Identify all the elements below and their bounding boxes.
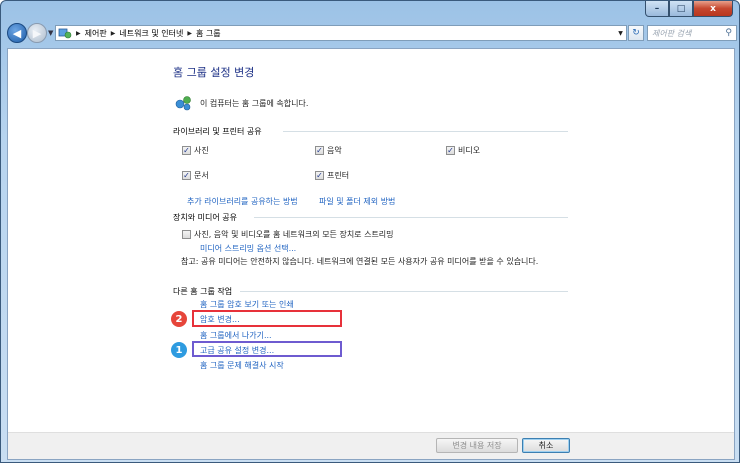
checkbox-pictures[interactable]: ✓ 사진 [182,145,209,156]
search-icon: ⚲ [725,28,732,38]
divider [283,131,568,132]
window: – □ x ◀ ▶ ▼ ▶ 제어판 ▶ 네트워크 및 인터넷 ▶ 홈 그룹 ▼ … [0,0,740,463]
membership-line: 이 컴퓨터는 홈 그룹에 속합니다. [175,95,308,111]
link-how-to-share-libraries[interactable]: 추가 라이브러리를 공유하는 방법 [187,196,298,207]
membership-text: 이 컴퓨터는 홈 그룹에 속합니다. [200,98,309,108]
address-dropdown-button[interactable]: ▼ [615,25,627,41]
arrow-left-icon: ◀ [12,26,22,40]
highlight-advanced-sharing [192,341,342,357]
cancel-button[interactable]: 취소 [522,438,570,453]
checkbox-label: 문서 [194,171,209,180]
content-pane: 홈 그룹 설정 변경 이 컴퓨터는 홈 그룹에 속합니다. 라이브러리 및 프린… [7,48,735,460]
back-button[interactable]: ◀ [7,23,27,43]
checkbox-documents[interactable]: ✓ 문서 [182,170,209,181]
refresh-button[interactable]: ↻ [628,25,644,41]
checkbox-box[interactable]: ✓ [182,171,191,180]
search-input[interactable]: 제어판 검색 ⚲ [647,25,737,41]
link-troubleshoot[interactable]: 홈 그룹 문제 해결사 시작 [200,360,284,371]
save-changes-button[interactable]: 변경 내용 저장 [436,438,518,453]
search-placeholder: 제어판 검색 [652,28,692,38]
recent-pages-dropdown[interactable]: ▼ [48,29,53,37]
close-button[interactable]: x [693,1,733,17]
checkbox-box[interactable] [182,230,191,239]
breadcrumb-separator: ▶ [76,29,81,37]
page-title: 홈 그룹 설정 변경 [173,66,255,79]
step-badge-1: 1 [171,342,187,358]
checkbox-label: 음악 [327,146,342,155]
checkbox-box[interactable]: ✓ [315,146,324,155]
other-tasks-heading: 다른 홈 그룹 작업 [173,287,233,296]
checkbox-media-streaming[interactable]: 사진, 음악 및 비디오를 홈 네트워크의 모든 장치로 스트리밍 [182,229,394,240]
chevron-down-icon: ▼ [618,29,623,37]
breadcrumb-separator: ▶ [187,29,192,37]
checkbox-label: 비디오 [458,146,481,155]
homegroup-icon [175,95,193,111]
footer: 변경 내용 저장 취소 [8,432,734,459]
breadcrumb-network-internet[interactable]: 네트워크 및 인터넷 [119,28,183,39]
arrow-right-icon: ▶ [32,26,42,40]
maximize-button[interactable]: □ [669,1,693,17]
checkbox-label: 사진, 음악 및 비디오를 홈 네트워크의 모든 장치로 스트리밍 [194,230,394,239]
address-bar[interactable]: ▶ 제어판 ▶ 네트워크 및 인터넷 ▶ 홈 그룹 [55,25,627,41]
media-heading: 장치와 미디어 공유 [173,213,237,222]
caption-buttons: – □ x [645,1,733,17]
breadcrumb-separator: ▶ [110,29,116,37]
step-badge-2: 2 [171,311,187,327]
checkbox-label: 프린터 [327,171,350,180]
link-view-print-password[interactable]: 홈 그룹 암호 보기 또는 인쇄 [200,299,294,310]
breadcrumb-control-panel[interactable]: 제어판 [85,28,107,39]
checkbox-label: 사진 [194,146,209,155]
checkbox-videos[interactable]: ✓ 비디오 [446,145,480,156]
navigation-bar: ◀ ▶ ▼ ▶ 제어판 ▶ 네트워크 및 인터넷 ▶ 홈 그룹 ▼ ↻ 제어판 … [5,23,737,44]
libraries-heading: 라이브러리 및 프린터 공유 [173,127,262,136]
checkbox-box[interactable]: ✓ [182,146,191,155]
link-leave-homegroup[interactable]: 홈 그룹에서 나가기... [200,330,272,341]
breadcrumb-homegroup[interactable]: 홈 그룹 [196,28,221,39]
refresh-icon: ↻ [632,28,640,38]
highlight-change-password [192,310,342,327]
divider [254,217,568,218]
checkbox-printers[interactable]: ✓ 프린터 [315,170,349,181]
link-exclude-files[interactable]: 파일 및 폴더 제외 방법 [319,196,395,207]
control-panel-icon [58,27,72,39]
security-note: 참고: 공유 미디어는 안전하지 않습니다. 네트워크에 연결된 모든 사용자가… [181,257,539,266]
minimize-button[interactable]: – [645,1,669,17]
divider [240,291,568,292]
checkbox-box[interactable]: ✓ [446,146,455,155]
link-media-streaming-options[interactable]: 미디어 스트리밍 옵션 선택... [200,243,296,254]
checkbox-music[interactable]: ✓ 음악 [315,145,342,156]
checkbox-box[interactable]: ✓ [315,171,324,180]
forward-button[interactable]: ▶ [27,23,47,43]
